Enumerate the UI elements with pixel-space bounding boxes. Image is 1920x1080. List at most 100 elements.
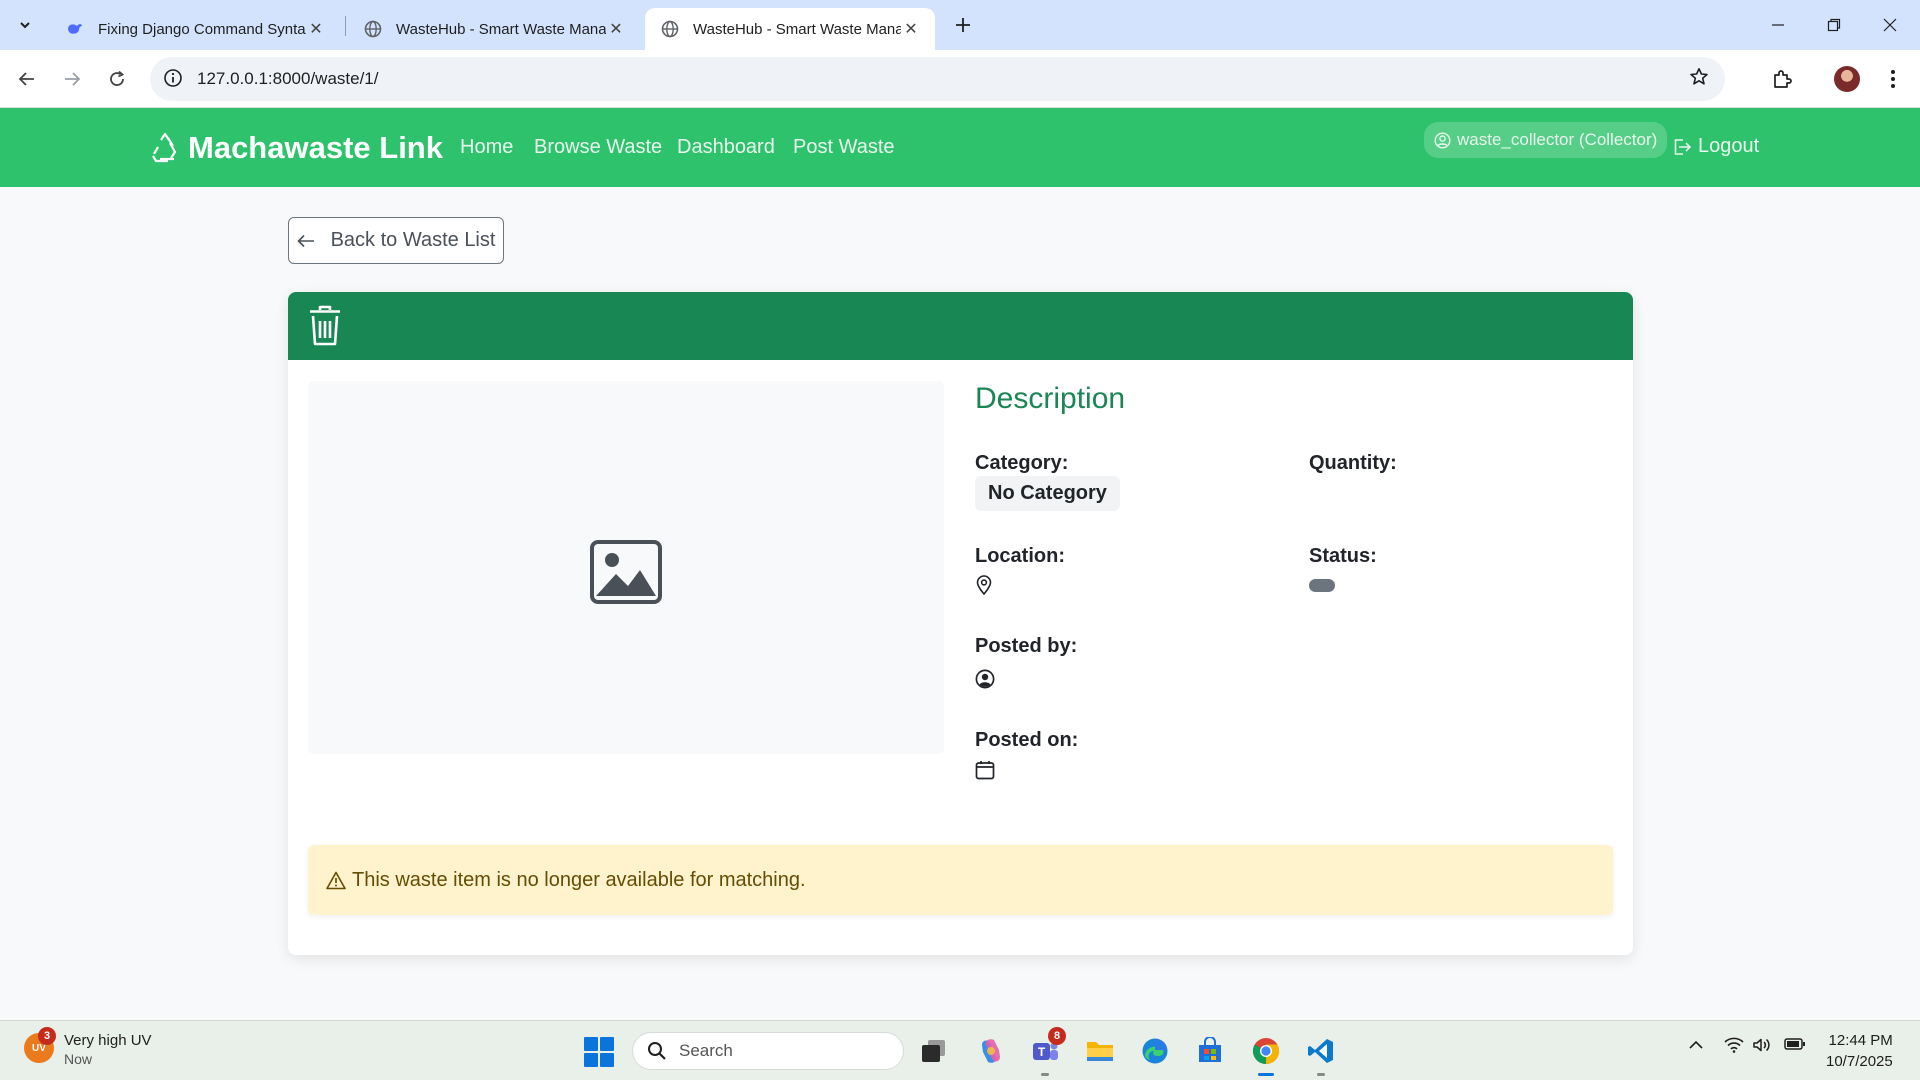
teams-badge: 8 xyxy=(1048,1027,1066,1045)
waste-detail-card: Description Category: No Category Quanti… xyxy=(288,292,1633,955)
description-heading: Description xyxy=(975,382,1126,415)
edge-icon[interactable] xyxy=(1138,1034,1172,1068)
trash-icon xyxy=(310,305,340,346)
minimize-icon xyxy=(1772,24,1784,26)
logout-icon xyxy=(1674,138,1692,155)
nav-link-browse-waste[interactable]: Browse Waste xyxy=(534,136,662,159)
clock-time: 12:44 PM xyxy=(1828,1032,1893,1049)
profile-button[interactable] xyxy=(1831,63,1863,95)
nav-link-home[interactable]: Home xyxy=(460,136,513,159)
user-circle-icon xyxy=(975,669,995,689)
calendar-icon xyxy=(975,761,995,780)
windows-taskbar: UV 3 Very high UV Now Search T 8 12:44 P… xyxy=(0,1020,1920,1080)
deepseek-favicon-icon xyxy=(66,20,84,38)
browser-menu-button[interactable] xyxy=(1877,63,1909,95)
chrome-icon[interactable] xyxy=(1249,1034,1283,1076)
close-window-button[interactable] xyxy=(1862,0,1918,50)
tab-title: WasteHub - Smart Waste Mana xyxy=(396,20,606,38)
bookmark-star-icon[interactable] xyxy=(1689,67,1709,93)
arrow-right-icon xyxy=(65,72,81,86)
kebab-menu-icon xyxy=(1891,70,1895,88)
taskbar-search[interactable]: Search xyxy=(632,1032,904,1070)
browser-tab-1[interactable]: Fixing Django Command Synta ✕ xyxy=(50,8,340,50)
file-explorer-icon[interactable] xyxy=(1083,1034,1117,1068)
browser-tab-2[interactable]: WasteHub - Smart Waste Mana ✕ xyxy=(348,8,640,50)
user-name: waste_collector (Collector) xyxy=(1457,130,1658,149)
category-label: Category: xyxy=(975,452,1069,474)
posted-by-label: Posted by: xyxy=(975,635,1078,657)
back-nav-button[interactable] xyxy=(10,62,44,96)
logout-link[interactable]: Logout xyxy=(1672,135,1759,158)
nav-link-post-waste[interactable]: Post Waste xyxy=(793,136,895,159)
address-bar[interactable]: 127.0.0.1:8000/waste/1/ xyxy=(150,57,1725,101)
svg-text:T: T xyxy=(1038,1045,1046,1059)
alert-text: This waste item is no longer available f… xyxy=(352,868,806,891)
close-tab-icon[interactable]: ✕ xyxy=(901,19,921,39)
weather-badge: 3 xyxy=(38,1027,56,1045)
taskbar-search-placeholder: Search xyxy=(679,1041,733,1060)
battery-icon[interactable] xyxy=(1784,1037,1806,1056)
clock-date: 10/7/2025 xyxy=(1826,1053,1893,1070)
windows-start-icon[interactable] xyxy=(584,1037,614,1067)
system-clock[interactable]: 12:44 PM 10/7/2025 xyxy=(1826,1030,1893,1072)
microsoft-store-icon[interactable] xyxy=(1193,1034,1227,1068)
forward-nav-button[interactable] xyxy=(55,62,89,96)
wifi-icon[interactable] xyxy=(1724,1037,1744,1058)
unavailable-alert: This waste item is no longer available f… xyxy=(308,845,1613,915)
warning-triangle-icon xyxy=(326,871,346,889)
puzzle-icon xyxy=(1774,70,1792,88)
restore-icon xyxy=(1827,18,1841,32)
browser-toolbar: 127.0.0.1:8000/waste/1/ xyxy=(0,50,1920,108)
user-badge[interactable]: waste_collector (Collector) xyxy=(1424,122,1668,158)
brand-link[interactable]: Machawaste Link xyxy=(149,130,443,166)
brand-name: Machawaste Link xyxy=(188,130,443,165)
browser-tab-bar: Fixing Django Command Synta ✕ WasteHub -… xyxy=(0,0,1920,50)
chevron-up-icon xyxy=(1689,1040,1703,1049)
tab-search-button[interactable] xyxy=(10,10,40,40)
location-label: Location: xyxy=(975,545,1065,567)
close-tab-icon[interactable]: ✕ xyxy=(606,19,626,39)
back-to-waste-list-button[interactable]: Back to Waste List xyxy=(288,217,504,264)
globe-icon xyxy=(364,20,382,38)
site-info-icon[interactable] xyxy=(162,67,184,89)
vscode-icon[interactable] xyxy=(1304,1034,1338,1076)
close-tab-icon[interactable]: ✕ xyxy=(306,19,326,39)
volume-icon[interactable] xyxy=(1752,1037,1772,1058)
app-navbar: Machawaste Link Home Browse Waste Dashbo… xyxy=(0,108,1920,187)
avatar xyxy=(1834,66,1860,92)
restore-button[interactable] xyxy=(1806,0,1862,50)
weather-subtitle: Now xyxy=(64,1051,93,1067)
status-label: Status: xyxy=(1309,545,1377,567)
teams-icon[interactable]: T 8 xyxy=(1028,1027,1066,1076)
posted-on-label: Posted on: xyxy=(975,729,1079,751)
minimize-button[interactable] xyxy=(1750,0,1806,50)
image-placeholder xyxy=(308,381,944,754)
globe-icon xyxy=(661,20,679,38)
map-pin-icon xyxy=(976,575,992,595)
browser-tab-3-active[interactable]: WasteHub - Smart Waste Mana ✕ xyxy=(645,8,935,50)
chevron-down-icon xyxy=(20,22,30,29)
logout-label: Logout xyxy=(1698,135,1760,157)
arrow-left-icon xyxy=(296,234,314,247)
new-tab-button[interactable] xyxy=(948,10,978,40)
back-button-label: Back to Waste List xyxy=(330,229,496,251)
reload-icon xyxy=(110,70,125,86)
tab-title: WasteHub - Smart Waste Mana xyxy=(693,20,901,38)
category-badge: No Category xyxy=(975,476,1120,511)
url-text[interactable]: 127.0.0.1:8000/waste/1/ xyxy=(197,69,378,89)
reload-button[interactable] xyxy=(100,62,134,96)
close-icon xyxy=(1883,18,1897,32)
copilot-icon[interactable] xyxy=(974,1034,1008,1068)
user-circle-icon xyxy=(1434,131,1451,149)
nav-link-dashboard[interactable]: Dashboard xyxy=(677,136,775,159)
plus-icon xyxy=(956,18,970,32)
show-hidden-icons[interactable] xyxy=(1688,1037,1704,1058)
weather-widget[interactable]: Very high UV Now xyxy=(64,1031,152,1069)
task-view-icon[interactable] xyxy=(916,1034,950,1068)
weather-title: Very high UV xyxy=(64,1032,152,1049)
card-header xyxy=(288,292,1633,360)
tab-separator xyxy=(345,16,346,36)
image-icon xyxy=(590,540,662,604)
extensions-button[interactable] xyxy=(1766,63,1798,95)
tab-title: Fixing Django Command Synta xyxy=(98,20,306,38)
